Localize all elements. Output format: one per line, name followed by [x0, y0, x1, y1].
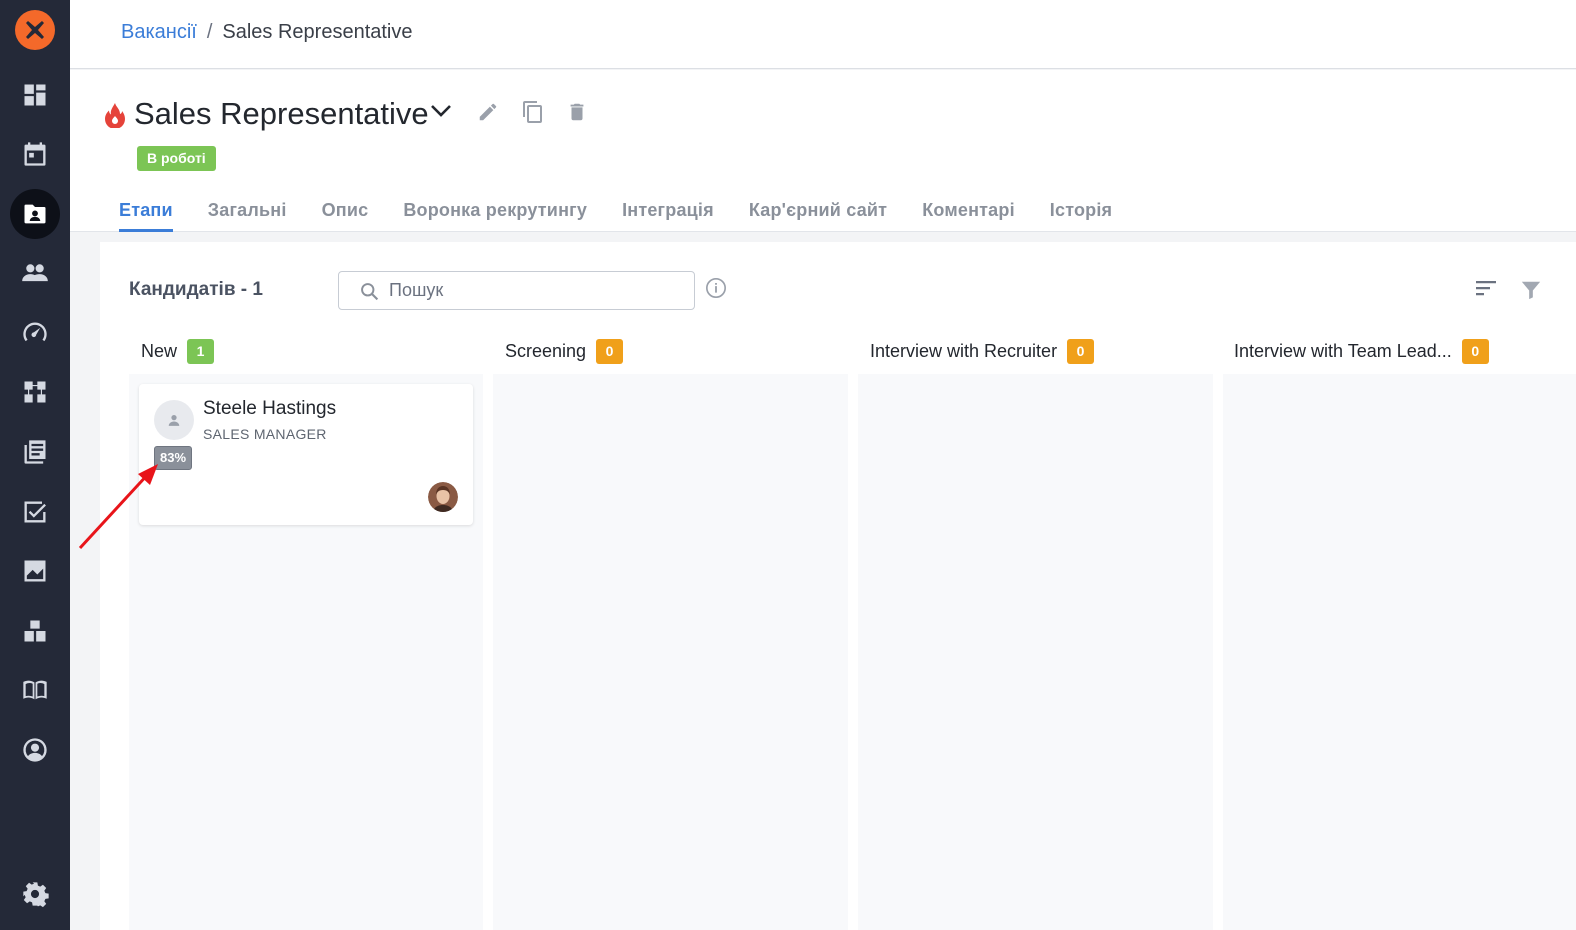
- candidate-role: SALES MANAGER: [203, 426, 327, 442]
- nav-speedometer[interactable]: [10, 308, 60, 358]
- avatar: [154, 400, 194, 440]
- copy-icon[interactable]: [521, 100, 545, 124]
- app-logo[interactable]: [15, 10, 55, 50]
- calendar-icon: [24, 142, 46, 166]
- nav-tasks[interactable]: [10, 487, 60, 537]
- breadcrumb-vacancies-link[interactable]: Вакансії: [121, 21, 197, 43]
- recruiter-avatar: [428, 482, 458, 512]
- nav-dashboard[interactable]: [10, 70, 60, 120]
- nav-settings[interactable]: [10, 869, 60, 919]
- tasks-icon: [24, 501, 46, 523]
- dashboard-icon: [24, 84, 46, 106]
- nav-vacancies[interactable]: [10, 189, 60, 239]
- profile-icon: [23, 738, 47, 762]
- nav-analytics[interactable]: [10, 546, 60, 596]
- hierarchy-icon: [24, 381, 46, 403]
- person-icon: [168, 415, 180, 426]
- candidates-count: Кандидатів - 1: [129, 279, 263, 300]
- vacancy-title: Sales Representative: [134, 96, 429, 131]
- nav-hierarchy[interactable]: [10, 367, 60, 417]
- column-count-badge: 0: [1067, 339, 1095, 364]
- info-icon[interactable]: [705, 277, 727, 299]
- filter-icon[interactable]: [1520, 279, 1542, 301]
- logo-icon: [26, 21, 44, 39]
- top-bar: Вакансії / Sales Representative: [70, 0, 1576, 69]
- tab-history[interactable]: Історія: [1050, 200, 1112, 232]
- tab-description[interactable]: Опис: [322, 200, 369, 232]
- vacancies-icon: [24, 204, 46, 224]
- nav-profile[interactable]: [10, 725, 60, 775]
- column-header-interview-team-lead: Interview with Team Lead... 0: [1234, 339, 1489, 364]
- integrations-icon: [24, 620, 46, 642]
- tab-general[interactable]: Загальні: [208, 200, 287, 232]
- column-interview-recruiter: [858, 374, 1213, 930]
- nav-integrations[interactable]: [10, 606, 60, 656]
- search-box: [338, 271, 695, 310]
- breadcrumb: Вакансії / Sales Representative: [121, 21, 413, 44]
- analytics-icon: [24, 560, 46, 582]
- search-input[interactable]: [389, 272, 679, 309]
- nav-library[interactable]: [10, 427, 60, 477]
- pipeline-board: Кандидатів - 1 New 1 Screening 0 Intervi…: [100, 242, 1576, 930]
- candidates-icon: [22, 264, 48, 282]
- trash-icon[interactable]: [566, 100, 588, 124]
- column-screening: [493, 374, 848, 930]
- column-header-new: New 1: [141, 339, 215, 364]
- fire-icon: [105, 103, 125, 128]
- edit-icon[interactable]: [477, 101, 499, 123]
- speedometer-icon: [23, 322, 47, 342]
- column-title: Screening: [505, 341, 587, 361]
- status-badge: В роботі: [137, 146, 216, 171]
- library-icon: [24, 440, 46, 464]
- candidate-card[interactable]: Steele Hastings SALES MANAGER 83%: [139, 384, 473, 525]
- column-header-screening: Screening 0: [505, 339, 624, 364]
- vacancy-header: Sales Representative В роботі Етапи Зага…: [70, 70, 1576, 232]
- column-interview-team-lead: [1223, 374, 1576, 930]
- settings-icon: [23, 882, 49, 908]
- recruiter-photo: [428, 482, 458, 512]
- breadcrumb-separator: /: [206, 21, 213, 43]
- column-title: Interview with Team Lead...: [1234, 341, 1452, 361]
- search-icon: [361, 283, 379, 301]
- column-count-badge: 0: [596, 339, 624, 364]
- nav-calendar[interactable]: [10, 129, 60, 179]
- column-title: New: [141, 341, 178, 361]
- candidate-name[interactable]: Steele Hastings: [203, 398, 336, 420]
- column-title: Interview with Recruiter: [870, 341, 1058, 361]
- breadcrumb-current: Sales Representative: [222, 21, 413, 43]
- tab-integration[interactable]: Інтеграція: [622, 200, 714, 232]
- tab-comments[interactable]: Коментарі: [922, 200, 1015, 232]
- chevron-down-icon[interactable]: [430, 103, 452, 119]
- column-header-interview-recruiter: Interview with Recruiter 0: [870, 339, 1095, 364]
- tab-recruiting-funnel[interactable]: Воронка рекрутингу: [403, 200, 587, 232]
- column-count-badge: 0: [1461, 339, 1489, 364]
- nav-knowledge-base[interactable]: [10, 665, 60, 715]
- vacancy-tabs: Етапи Загальні Опис Воронка рекрутингу І…: [119, 200, 1147, 232]
- knowledge-base-icon: [23, 680, 47, 700]
- tab-career-site[interactable]: Кар'єрний сайт: [749, 200, 887, 232]
- sidebar: [0, 0, 70, 930]
- nav-candidates[interactable]: [10, 248, 60, 298]
- tab-stages[interactable]: Етапи: [119, 200, 173, 232]
- match-percent-badge: 83%: [154, 446, 193, 470]
- sort-icon[interactable]: [1474, 278, 1498, 298]
- column-new: Steele Hastings SALES MANAGER 83%: [129, 374, 483, 930]
- column-count-badge: 1: [187, 339, 215, 364]
